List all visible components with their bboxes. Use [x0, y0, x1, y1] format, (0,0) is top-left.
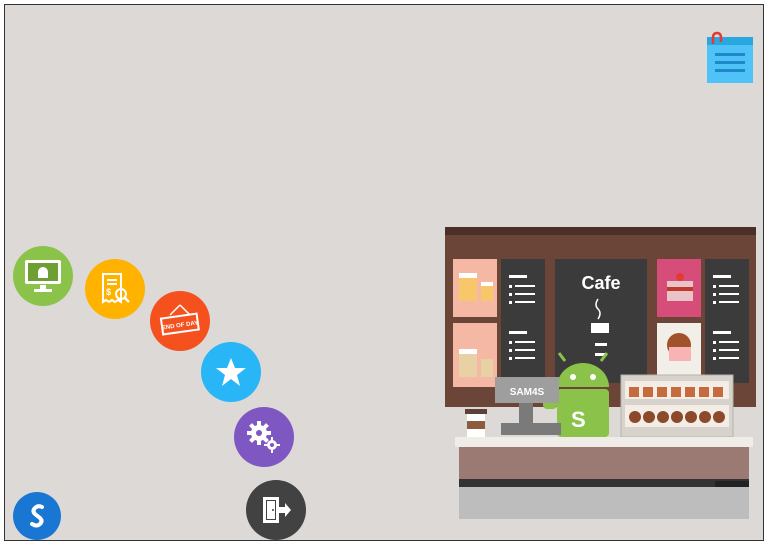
settings-button[interactable] — [234, 407, 294, 467]
end-of-day-button[interactable]: END OF DAY — [150, 291, 210, 351]
cafe-illustration: Cafe S SAM4S — [445, 227, 758, 527]
favorites-button[interactable] — [201, 342, 261, 402]
register-brand-text: SAM4S — [510, 387, 545, 398]
cafe-scene-image: Cafe S SAM4S — [445, 227, 756, 527]
register-mark-text: S — [571, 407, 586, 432]
exit-door-icon — [263, 497, 291, 523]
android-monitor-icon — [25, 260, 61, 292]
s-logo-button[interactable] — [13, 492, 61, 540]
s-logo-icon — [30, 504, 44, 528]
end-of-day-sign-icon: END OF DAY — [159, 304, 200, 336]
cafe-sign-text: Cafe — [581, 273, 620, 293]
exit-button[interactable] — [246, 480, 306, 540]
svg-text:$: $ — [106, 287, 111, 297]
home-screen: $ END OF DAY Cafe S SAM4S — [4, 4, 764, 541]
receipt-search-icon: $ — [102, 273, 130, 304]
sticky-note-icon — [707, 31, 753, 83]
sticky-note-button[interactable] — [705, 31, 755, 85]
star-icon — [216, 358, 246, 386]
gears-icon — [247, 421, 280, 453]
receipt-search-button[interactable]: $ — [85, 259, 145, 319]
android-monitor-button[interactable] — [13, 246, 73, 306]
